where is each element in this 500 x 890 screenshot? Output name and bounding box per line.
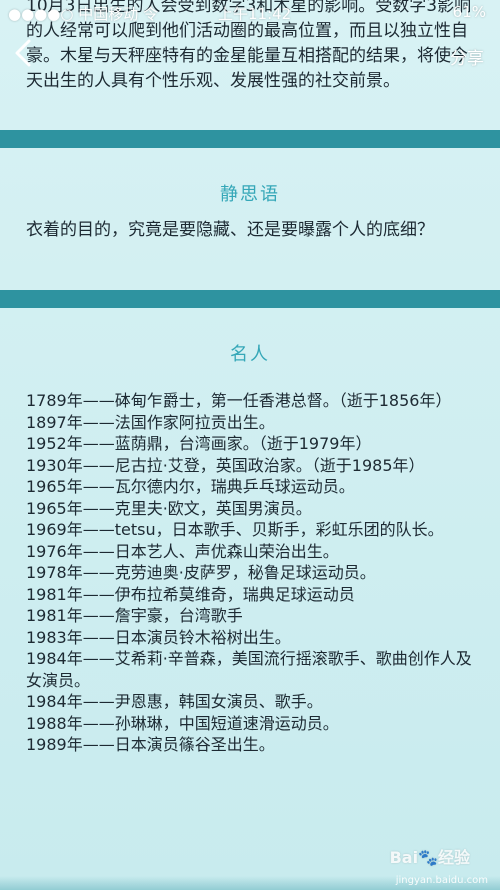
list-item: 1976年——日本艺人、声优森山荣治出生。 [26, 541, 339, 561]
list-item: 1897年——法国作家阿拉贡出生。 [26, 412, 275, 432]
list-item: 1984年——尹恩惠，韩国女演员、歌手。 [26, 692, 323, 711]
list-item: 1965年——克里夫·欧文，英国男演员。 [26, 498, 312, 518]
list-item: 1981年——詹宇豪，台湾歌手 [26, 606, 243, 625]
list-item: 1984年——艾希莉·辛普森，美国流行摇滚歌手、歌曲创作人及女演员。 [26, 649, 472, 690]
status-time: 上午11:42 [218, 5, 292, 23]
list-item: 1988年——孙琳琳，中国短道速滑运动员。 [26, 713, 339, 733]
list-item: 1983年——日本演员铃木裕树出生。 [26, 627, 291, 647]
people-section-title: 名人 [230, 344, 270, 365]
battery-level: 61% [452, 3, 486, 21]
share-button[interactable]: 分享 [450, 44, 484, 69]
section-divider [0, 290, 500, 308]
list-item: 1989年——日本演员篠谷圣出生。 [26, 735, 275, 754]
list-item: 1952年——蓝荫鼎，台湾画家。（逝于1979年） [26, 434, 372, 453]
list-item: 1965年——瓦尔德内尔，瑞典乒乓球运动员。 [26, 477, 355, 496]
list-item: 1981年——伊布拉希莫维奇，瑞典足球运动员 [26, 584, 355, 604]
watermark-url: jingyan.baidu.com [395, 875, 488, 886]
chevron-left-icon[interactable] [14, 38, 32, 68]
status-bar: ●●●●○ 中国移动 令 上午11:42 61% [0, 0, 500, 23]
carrier-signal: ●●●●○ 中国移动 令 [8, 5, 158, 23]
famous-people-list: 1789年——砵甸乍爵士，第一任香港总督。（逝于1856年） 1897年——法国… [26, 390, 476, 756]
section-divider [0, 130, 500, 148]
quote-text: 衣着的目的，究竟是要隐藏、还是要曝露个人的底细？ [26, 220, 434, 240]
list-item: 1978年——克劳迪奥·皮萨罗，秘鲁足球运动员。 [26, 563, 376, 582]
quote-section-title: 静思语 [220, 184, 280, 205]
baidu-watermark-logo: Bai🐾经验 [389, 848, 470, 867]
back-arrow-graphic [15, 39, 31, 67]
list-item: 1969年——tetsu，日本歌手、贝斯手，彩虹乐团的队长。 [26, 520, 444, 539]
list-item: 1930年——尼古拉·艾登，英国政治家。（逝于1985年） [26, 455, 425, 475]
list-item: 1789年——砵甸乍爵士，第一任香港总督。（逝于1856年） [26, 391, 452, 410]
